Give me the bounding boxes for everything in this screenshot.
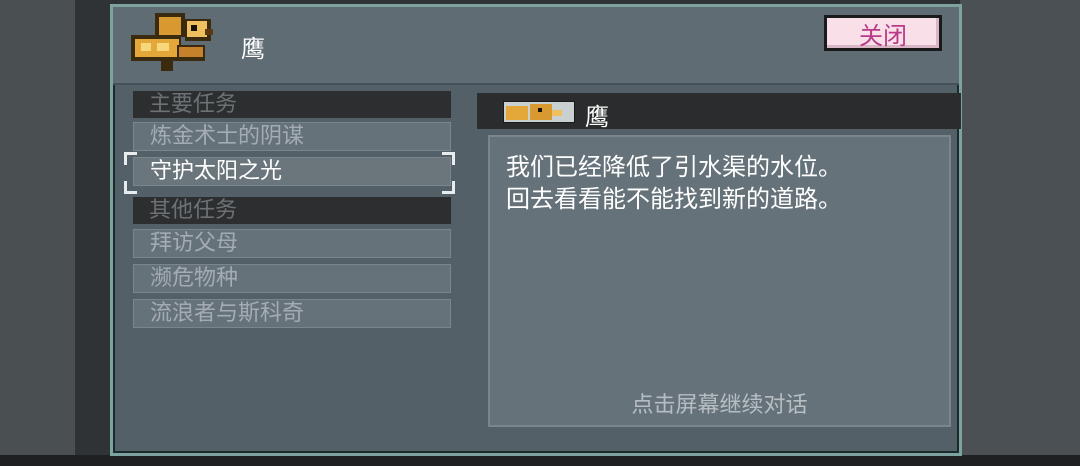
background-bottom-edge — [0, 455, 1080, 466]
close-button[interactable]: 关闭 — [824, 15, 942, 51]
selection-corner-tl — [124, 152, 137, 165]
quest-item-parents[interactable]: 拜访父母 — [133, 229, 451, 258]
speaker-bar: 鹰 — [477, 93, 961, 131]
quest-item-alchemist[interactable]: 炼金术士的阴谋 — [133, 122, 451, 151]
quest-item-sunlight[interactable]: 守护太阳之光 — [133, 157, 451, 186]
main-quests-header: 主要任务 — [133, 91, 451, 118]
dialog-text: 我们已经降低了引水渠的水位。 回去看看能不能找到新的道路。 — [506, 151, 936, 215]
continue-hint: 点击屏幕继续对话 — [631, 393, 808, 418]
dialog-box[interactable]: 我们已经降低了引水渠的水位。 回去看看能不能找到新的道路。 点击屏幕继续对话 — [488, 135, 951, 427]
selection-corner-bl — [124, 181, 137, 194]
dialog-line: 我们已经降低了引水渠的水位。 — [506, 153, 842, 181]
dialog-line: 回去看看能不能找到新的道路。 — [506, 185, 842, 213]
header-title: 鹰 — [241, 35, 265, 63]
selection-corner-tr — [442, 152, 455, 165]
hawk-icon — [131, 13, 213, 71]
background-left-panel — [0, 0, 75, 466]
quest-dialog-window: 鹰 关闭 主要任务 炼金术士的阴谋 守护太阳之光 其他任务 拜访父母 濒危物种 … — [110, 4, 962, 456]
background-right-panel — [960, 0, 1080, 466]
quest-item-wanderer[interactable]: 流浪者与斯科奇 — [133, 299, 451, 328]
other-quests-header: 其他任务 — [133, 197, 451, 224]
selection-corner-br — [442, 181, 455, 194]
dialog-header: 鹰 关闭 — [113, 7, 959, 85]
quest-item-endangered[interactable]: 濒危物种 — [133, 264, 451, 293]
speaker-name: 鹰 — [585, 103, 609, 131]
hawk-portrait-icon — [503, 101, 575, 123]
